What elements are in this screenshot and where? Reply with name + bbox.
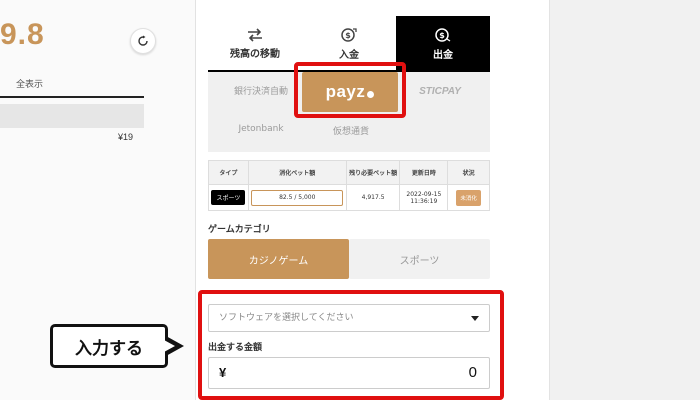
tab-transfer[interactable]: 残高の移動 [208, 16, 302, 72]
withdraw-coin-icon: $ [435, 28, 451, 42]
status-badge: 未消化 [456, 189, 481, 206]
column-header: 消化ベット額 [247, 160, 347, 185]
svg-text:$: $ [345, 31, 351, 40]
tab-withdraw[interactable]: $ 出金 [396, 16, 490, 72]
deposit-coin-icon: $ [341, 28, 357, 42]
remaining-bet: 4,917.5 [345, 184, 401, 211]
svg-text:$: $ [439, 31, 445, 40]
column-header: 残り必要ベット額 [345, 160, 401, 185]
column-header: 更新日時 [399, 160, 449, 185]
updated-at: 2022-09-15 11:36:19 [399, 184, 449, 211]
callout-text: 入力する [75, 338, 143, 359]
bonus-bet-table: タイプ 消化ベット額 残り必要ベット額 更新日時 状況 スポーツ 82.5 / … [208, 160, 490, 211]
payment-option-jetonbank[interactable]: Jetonbank [216, 124, 306, 134]
game-tab-sports[interactable]: スポーツ [349, 239, 490, 279]
history-amount: ¥19 [118, 132, 134, 142]
callout-pointer-fill [164, 340, 175, 352]
table-row: スポーツ 82.5 / 5,000 4,917.5 2022-09-15 11:… [208, 184, 490, 211]
game-category-label: ゲームカテゴリ [208, 225, 271, 235]
tab-label: 入金 [339, 50, 359, 61]
game-tab-casino[interactable]: カジノゲーム [208, 239, 349, 279]
balance-amount: 9.8 [0, 18, 45, 51]
payment-option-crypto[interactable]: 仮想通貨 [306, 124, 396, 137]
column-header: 状況 [447, 160, 490, 185]
table-header-row: タイプ 消化ベット額 残り必要ベット額 更新日時 状況 [208, 160, 490, 185]
transfer-arrows-icon [248, 28, 262, 42]
history-row-bar [0, 104, 144, 128]
tab-label: 出金 [433, 50, 453, 61]
highlight-input-area [198, 290, 504, 400]
column-header: タイプ [208, 160, 249, 185]
payment-option-bank[interactable]: 銀行決済自動 [216, 84, 306, 97]
tab-label: 残高の移動 [230, 49, 280, 60]
instruction-callout: 入力する [50, 324, 168, 368]
refresh-icon [138, 35, 148, 46]
show-all-tab[interactable]: 全表示 [0, 76, 144, 98]
bet-progress: 82.5 / 5,000 [251, 189, 344, 206]
game-category-tabs: カジノゲーム スポーツ [208, 239, 490, 279]
highlight-payz [294, 62, 406, 118]
refresh-button[interactable] [130, 28, 156, 54]
payment-option-sticpay[interactable]: STICPAY [406, 86, 474, 97]
type-badge: スポーツ [211, 190, 246, 205]
